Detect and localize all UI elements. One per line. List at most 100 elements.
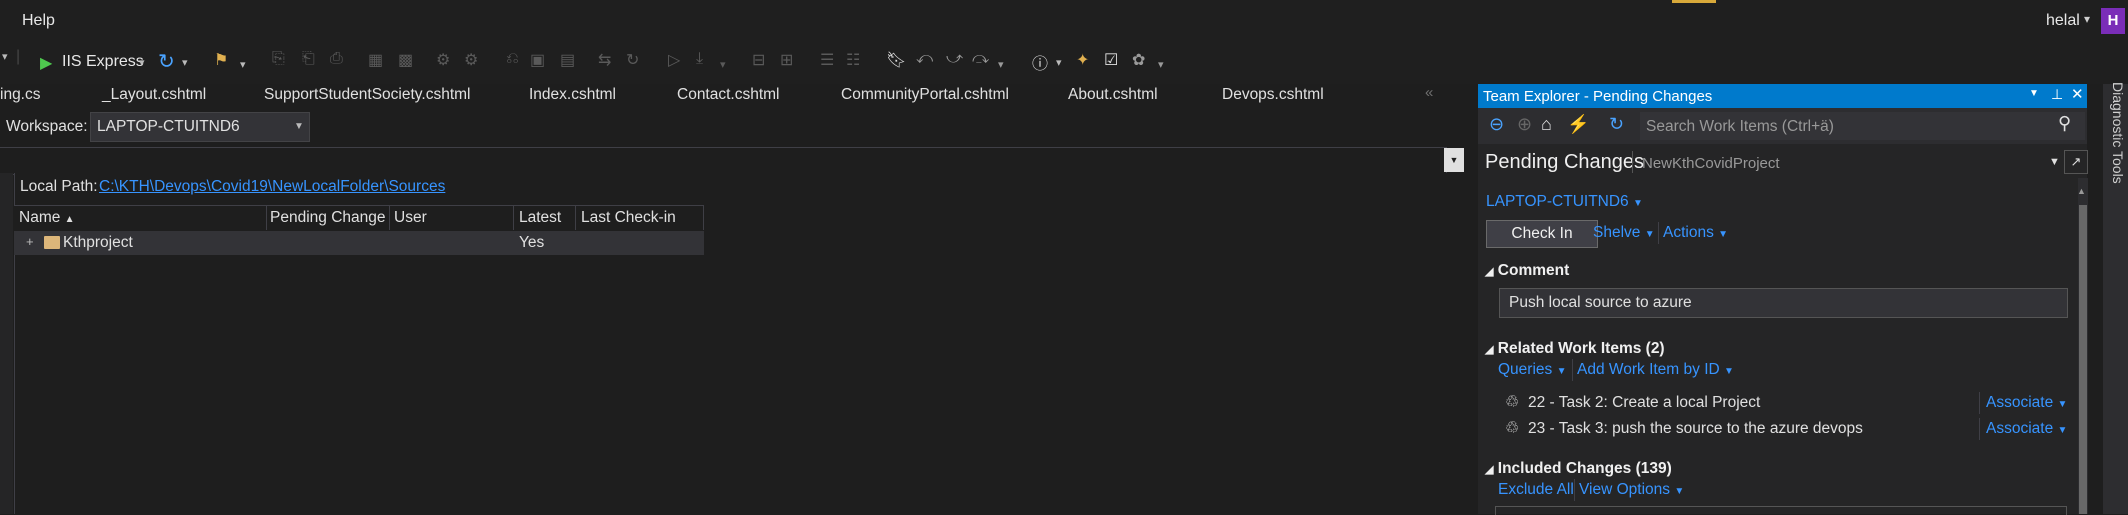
- forward-icon[interactable]: ⊕: [1517, 114, 1532, 135]
- window-position-icon[interactable]: ▼: [2029, 88, 2039, 99]
- avatar[interactable]: H: [2101, 8, 2125, 34]
- tab-document[interactable]: ing.cs: [0, 86, 41, 104]
- chevron-down-icon[interactable]: ▾: [1056, 56, 1062, 69]
- work-item-title[interactable]: 23 - Task 3: push the source to the azur…: [1528, 420, 1863, 438]
- pin-icon[interactable]: ⊥: [2051, 86, 2063, 103]
- toolbar-icon[interactable]: ↻: [626, 50, 639, 70]
- bookmark-icon[interactable]: 🔖︎: [886, 50, 906, 70]
- add-work-item-link[interactable]: Add Work Item by ID ▼: [1577, 361, 1734, 379]
- chevron-down-icon[interactable]: ▼: [294, 121, 304, 132]
- overflow-icon[interactable]: ▾: [998, 58, 1004, 71]
- toolbar-icon[interactable]: ⎌: [506, 50, 519, 68]
- actions-link[interactable]: Actions ▼: [1663, 224, 1728, 242]
- play-icon[interactable]: ▶: [40, 53, 52, 73]
- column-header-name[interactable]: Name ▲: [19, 209, 75, 227]
- home-icon[interactable]: ⌂: [1541, 114, 1552, 135]
- toolbar-icon[interactable]: ⊟: [752, 50, 765, 70]
- column-divider[interactable]: [575, 206, 576, 230]
- toolbar-icon[interactable]: ⊞: [780, 50, 793, 70]
- bookmark-prev-icon[interactable]: ⤺: [916, 50, 933, 68]
- toolbar-icon[interactable]: ▩: [398, 50, 413, 70]
- chevron-down-icon[interactable]: ▾: [2, 50, 8, 63]
- tab-document[interactable]: Devops.cshtml: [1222, 86, 1324, 104]
- related-work-items-title: Related Work Items (2): [1497, 340, 1665, 357]
- exclude-all-link[interactable]: Exclude All: [1498, 481, 1574, 499]
- folder-path-combo[interactable]: [0, 147, 1447, 175]
- column-header-user[interactable]: User: [394, 209, 427, 227]
- toolbar-icon[interactable]: ▷: [668, 50, 680, 70]
- toolbar-icon[interactable]: ⎗: [302, 50, 315, 68]
- bookmark-folder-icon[interactable]: ⤼: [972, 50, 989, 68]
- toolbar-icon[interactable]: ⎘: [272, 50, 285, 68]
- toolbar-icon[interactable]: ⚙: [464, 50, 478, 70]
- back-icon[interactable]: ⊖: [1489, 114, 1504, 135]
- column-header-last-checkin[interactable]: Last Check-in: [581, 209, 676, 227]
- tab-document[interactable]: _Layout.cshtml: [102, 86, 206, 104]
- connect-icon[interactable]: ⚡: [1567, 114, 1589, 135]
- column-divider[interactable]: [266, 206, 267, 230]
- search-placeholder: Search Work Items (Ctrl+ä): [1646, 118, 1834, 135]
- toolbar-icon[interactable]: ⇆: [598, 50, 611, 70]
- work-item-title[interactable]: 22 - Task 2: Create a local Project: [1528, 394, 1760, 412]
- browser-link-icon[interactable]: ⚑: [214, 50, 228, 70]
- refresh-icon[interactable]: ↻: [158, 49, 175, 74]
- chevron-down-icon[interactable]: ▼: [2049, 156, 2060, 168]
- overflow-icon[interactable]: ▾: [240, 58, 246, 71]
- column-divider[interactable]: [703, 206, 704, 230]
- refresh-icon[interactable]: ↻: [1609, 114, 1624, 135]
- pane-splitter[interactable]: [1465, 84, 1478, 514]
- chevron-down-icon[interactable]: ▾: [139, 56, 145, 69]
- dropdown-arrow-icon[interactable]: ▼: [1444, 148, 1464, 172]
- tab-document[interactable]: About.cshtml: [1068, 86, 1158, 104]
- toolbar-icon[interactable]: ⤓: [696, 50, 703, 68]
- workspace-select-value: LAPTOP-CTUITND6: [97, 118, 240, 135]
- overflow-icon[interactable]: ▾: [720, 58, 726, 71]
- column-divider[interactable]: [513, 206, 514, 230]
- queries-link[interactable]: Queries ▼: [1498, 361, 1567, 379]
- new-item-icon[interactable]: ✦: [1076, 50, 1089, 70]
- undock-icon[interactable]: ↗: [2064, 150, 2088, 174]
- close-icon[interactable]: ✕: [2071, 85, 2084, 103]
- column-divider[interactable]: [389, 206, 390, 230]
- overflow-icon[interactable]: ▾: [1158, 58, 1164, 71]
- toolbar-icon[interactable]: ▤: [560, 50, 575, 70]
- toolbar-icon[interactable]: ☰: [820, 50, 834, 70]
- shelve-link[interactable]: Shelve ▼: [1593, 224, 1655, 242]
- toolbar-icon[interactable]: ▣: [530, 50, 545, 70]
- chevron-down-icon[interactable]: ▾: [2084, 12, 2090, 26]
- included-changes-header[interactable]: ◢ Included Changes (139): [1485, 460, 1672, 478]
- workspace-link[interactable]: LAPTOP-CTUITND6 ▼: [1486, 193, 1643, 211]
- check-in-button[interactable]: Check In: [1486, 220, 1598, 248]
- toolbar-icon[interactable]: ☷: [846, 50, 860, 70]
- column-header-pending-change[interactable]: Pending Change: [270, 209, 386, 227]
- tab-document[interactable]: SupportStudentSociety.cshtml: [264, 86, 471, 104]
- tab-scroll-left-icon[interactable]: «: [1425, 84, 1433, 101]
- comment-section-header[interactable]: ◢ Comment: [1485, 262, 1569, 280]
- associate-link[interactable]: Associate ▼: [1986, 420, 2067, 438]
- related-work-items-header[interactable]: ◢ Related Work Items (2): [1485, 340, 1665, 358]
- tab-document[interactable]: Contact.cshtml: [677, 86, 780, 104]
- view-options-link[interactable]: View Options ▼: [1579, 481, 1684, 499]
- associate-link[interactable]: Associate ▼: [1986, 394, 2067, 412]
- menu-help[interactable]: Help: [22, 12, 55, 30]
- search-icon[interactable]: ⚲: [2058, 113, 2071, 134]
- work-item-task-icon: ♲: [1505, 420, 1520, 437]
- tab-document[interactable]: Index.cshtml: [529, 86, 616, 104]
- local-path-link[interactable]: C:\KTH\Devops\Covid19\NewLocalFolder\Sou…: [99, 178, 445, 196]
- toolbar-icon[interactable]: ▦: [368, 50, 383, 70]
- run-target-button[interactable]: IIS Express: [62, 53, 144, 71]
- info-icon[interactable]: ⓘ: [1032, 50, 1048, 74]
- checklist-icon[interactable]: ☑: [1104, 50, 1118, 70]
- expand-icon[interactable]: +: [26, 234, 34, 249]
- chevron-down-icon[interactable]: ▾: [182, 56, 188, 69]
- toolbar-icon[interactable]: ⚙: [436, 50, 450, 70]
- scroll-up-icon[interactable]: ▲: [2077, 186, 2086, 196]
- user-name[interactable]: helal: [2046, 12, 2080, 30]
- toolbar-icon[interactable]: ⎙: [330, 50, 343, 68]
- column-header-latest[interactable]: Latest: [519, 209, 561, 227]
- tab-document[interactable]: CommunityPortal.cshtml: [841, 86, 1009, 104]
- bookmark-next-icon[interactable]: ⤻: [946, 50, 963, 68]
- diagnostic-tools-tab[interactable]: Diagnostic Tools: [2110, 82, 2126, 184]
- extension-icon[interactable]: ✿: [1132, 50, 1145, 70]
- scrollbar-thumb[interactable]: [2079, 205, 2087, 514]
